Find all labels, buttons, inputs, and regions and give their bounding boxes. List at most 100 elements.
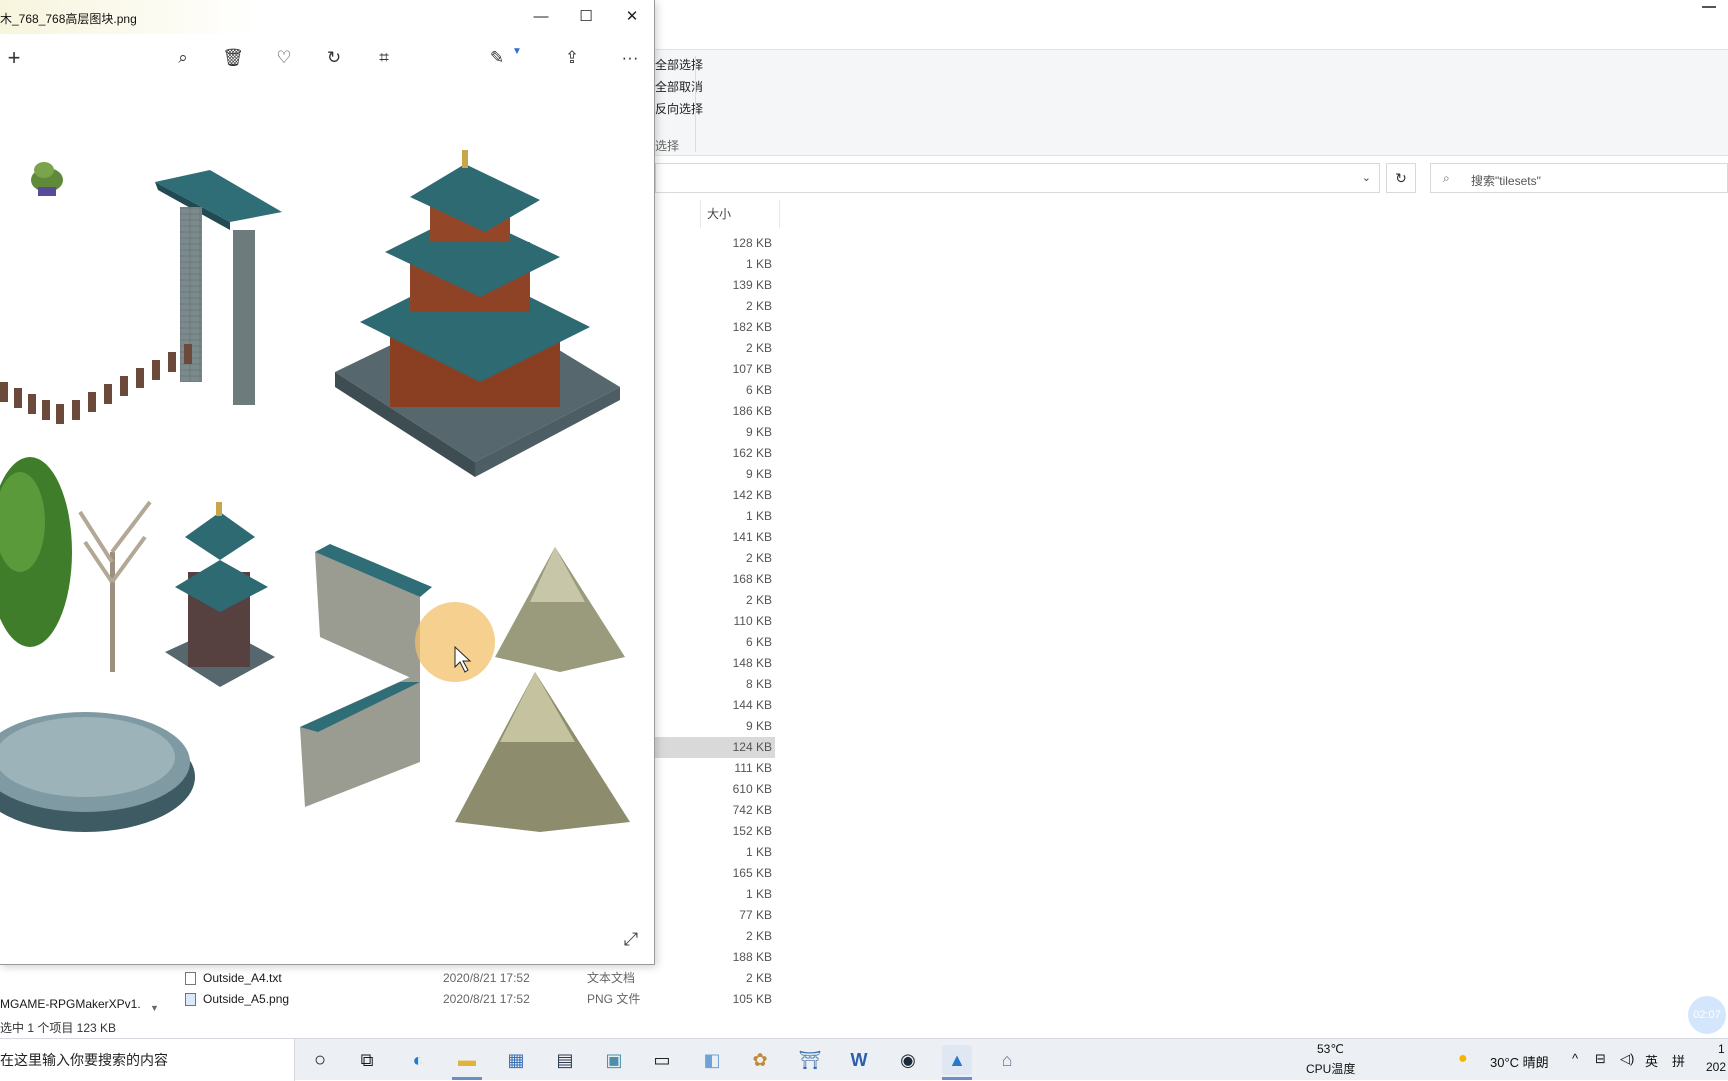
- word-icon[interactable]: W: [844, 1045, 874, 1075]
- file-size-cell[interactable]: 107 KB: [655, 359, 775, 380]
- address-bar[interactable]: ⌄: [655, 163, 1380, 193]
- rotate-icon[interactable]: ↻: [318, 42, 350, 74]
- fence-sprite: [0, 344, 192, 424]
- ime-mode[interactable]: 拼: [1672, 1051, 1685, 1070]
- delete-icon[interactable]: 🗑: [217, 42, 249, 74]
- file-size-cell[interactable]: 742 KB: [655, 800, 775, 821]
- explorer-ribbon: 全部选择 全部取消 反向选择 选择: [655, 50, 1728, 156]
- notes-icon[interactable]: ◧: [697, 1045, 727, 1075]
- navigation-pane: MGAME-RPGMakerXPv1. ▼: [0, 965, 160, 1025]
- photo-viewer-window: 木_768_768高层图块.png — ☐ ✕ + ⌕ 🗑 ♡ ↻ ⌗ ✎ ▼ …: [0, 0, 655, 965]
- edge-browser-icon[interactable]: ◐: [403, 1045, 433, 1075]
- platform-sprite: [0, 712, 195, 832]
- file-size-cell[interactable]: 77 KB: [655, 905, 775, 926]
- maximize-button[interactable]: ☐: [563, 0, 609, 34]
- cpu-temperature-label: CPU温度: [1306, 1062, 1356, 1076]
- rpgmaker-icon[interactable]: ⌂: [992, 1045, 1022, 1075]
- file-size-cell[interactable]: 152 KB: [655, 821, 775, 842]
- taskbar-search-box[interactable]: 在这里输入你要搜索的内容: [0, 1039, 295, 1081]
- file-size-cell[interactable]: 2 KB: [655, 548, 775, 569]
- file-size-cell[interactable]: 111 KB: [655, 758, 775, 779]
- terminal-icon[interactable]: ▭: [647, 1045, 677, 1075]
- file-size-cell[interactable]: 1 KB: [655, 842, 775, 863]
- file-explorer-icon[interactable]: ▬: [452, 1045, 482, 1075]
- app-icon[interactable]: ▣: [599, 1045, 629, 1075]
- add-icon[interactable]: +: [0, 42, 30, 74]
- tileset-image: [0, 150, 630, 832]
- clock-time[interactable]: 1: [1718, 1042, 1725, 1056]
- edit-dropdown-icon[interactable]: ▼: [512, 46, 522, 57]
- file-size-cell[interactable]: 8 KB: [655, 674, 775, 695]
- file-size-cell[interactable]: 610 KB: [655, 779, 775, 800]
- cursor-highlight: [415, 602, 495, 682]
- steam-icon[interactable]: ◉: [893, 1045, 923, 1075]
- file-row[interactable]: Outside_A4.txt 2020/8/21 17:52 文本文档 2 KB: [180, 968, 780, 989]
- crop-icon[interactable]: ⌗: [368, 42, 400, 74]
- favorite-icon[interactable]: ♡: [268, 42, 300, 74]
- network-icon[interactable]: ⊟: [1595, 1051, 1606, 1067]
- file-size-cell[interactable]: 162 KB: [655, 443, 775, 464]
- store-icon[interactable]: ▤: [550, 1045, 580, 1075]
- file-size-cell[interactable]: 1 KB: [655, 506, 775, 527]
- fullscreen-expand-icon[interactable]: ⤢: [616, 924, 646, 954]
- text-file-icon: [185, 972, 196, 985]
- file-size-cell[interactable]: 188 KB: [655, 947, 775, 968]
- address-dropdown-icon[interactable]: ⌄: [1362, 171, 1371, 184]
- ime-language[interactable]: 英: [1645, 1051, 1658, 1070]
- column-header-size[interactable]: 大小: [700, 200, 780, 228]
- file-size-cell[interactable]: 144 KB: [655, 695, 775, 716]
- file-date: 2020/8/21 17:52: [443, 992, 530, 1006]
- photos-icon[interactable]: ▲: [942, 1045, 972, 1075]
- tray-overflow-icon[interactable]: ^: [1572, 1051, 1578, 1066]
- file-size-cell[interactable]: 168 KB: [655, 569, 775, 590]
- zoom-icon[interactable]: ⌕: [167, 42, 199, 74]
- file-size-cell[interactable]: 2 KB: [655, 926, 775, 947]
- cortana-icon[interactable]: ○: [305, 1045, 335, 1075]
- viewer-title-bar[interactable]: 木_768_768高层图块.png — ☐ ✕: [0, 0, 654, 34]
- file-size-cell[interactable]: 110 KB: [655, 611, 775, 632]
- game-editor-icon[interactable]: ⛩: [795, 1045, 825, 1075]
- file-size-cell[interactable]: 1 KB: [655, 884, 775, 905]
- weather-sun-icon[interactable]: ●: [1458, 1050, 1468, 1068]
- task-view-icon[interactable]: ⧉: [352, 1045, 382, 1075]
- calculator-icon[interactable]: ▦: [501, 1045, 531, 1075]
- nav-scroll-down-icon[interactable]: ▼: [150, 1003, 159, 1013]
- file-size-cell[interactable]: 2 KB: [655, 338, 775, 359]
- file-size-cell[interactable]: 141 KB: [655, 527, 775, 548]
- share-icon[interactable]: ⇪: [556, 42, 588, 74]
- refresh-button[interactable]: ↻: [1386, 163, 1416, 193]
- more-options-icon[interactable]: ···: [614, 42, 646, 74]
- file-size-cell[interactable]: 9 KB: [655, 464, 775, 485]
- mountain-sprites: [455, 547, 630, 832]
- file-size-cell[interactable]: 139 KB: [655, 275, 775, 296]
- file-type: PNG 文件: [587, 992, 641, 1006]
- nav-item-folder[interactable]: MGAME-RPGMakerXPv1.: [0, 997, 160, 1011]
- file-date: 2020/8/21 17:52: [443, 971, 530, 985]
- file-size-cell[interactable]: 6 KB: [655, 380, 775, 401]
- file-size-cell[interactable]: 128 KB: [655, 233, 775, 254]
- file-row[interactable]: Outside_A5.png 2020/8/21 17:52 PNG 文件 10…: [180, 989, 780, 1010]
- file-size-cell[interactable]: 142 KB: [655, 485, 775, 506]
- recording-timer-badge: 02:07: [1688, 996, 1726, 1034]
- volume-icon[interactable]: ◁): [1620, 1051, 1634, 1067]
- minimize-button[interactable]: —: [518, 0, 564, 34]
- file-size-cell[interactable]: 124 KB: [655, 737, 775, 758]
- explorer-minimize-icon[interactable]: [1702, 6, 1716, 8]
- file-size-cell[interactable]: 6 KB: [655, 632, 775, 653]
- search-input[interactable]: ⌕ 搜索"tilesets": [1430, 163, 1728, 193]
- file-size-cell[interactable]: 9 KB: [655, 422, 775, 443]
- edit-icon[interactable]: ✎: [481, 42, 513, 74]
- file-size-cell[interactable]: 182 KB: [655, 317, 775, 338]
- paint-icon[interactable]: ✿: [745, 1045, 775, 1075]
- file-size-cell[interactable]: 1 KB: [655, 254, 775, 275]
- file-size-cell[interactable]: 2 KB: [655, 296, 775, 317]
- file-size-cell[interactable]: 165 KB: [655, 863, 775, 884]
- file-size-cell[interactable]: 9 KB: [655, 716, 775, 737]
- file-size-cell[interactable]: 148 KB: [655, 653, 775, 674]
- close-button[interactable]: ✕: [609, 0, 655, 34]
- image-canvas[interactable]: ⤢: [0, 82, 654, 962]
- weather-text[interactable]: 30°C 晴朗: [1490, 1052, 1549, 1071]
- file-size-cell[interactable]: 2 KB: [655, 590, 775, 611]
- file-size-cell[interactable]: 186 KB: [655, 401, 775, 422]
- clock-date[interactable]: 202: [1706, 1060, 1726, 1074]
